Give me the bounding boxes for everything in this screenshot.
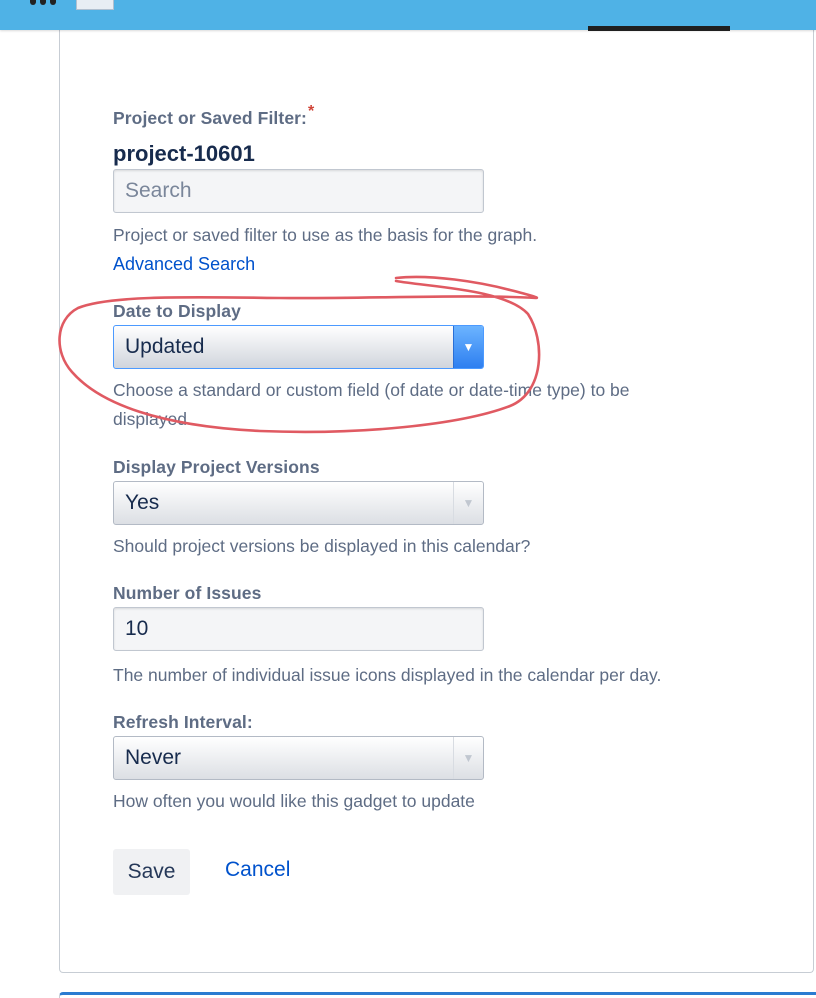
save-button[interactable]: Save: [113, 849, 190, 895]
number-of-issues-input[interactable]: 10: [113, 607, 484, 651]
date-to-display-value: Updated: [125, 335, 205, 358]
date-to-display-select[interactable]: Updated ▼: [113, 325, 484, 369]
number-of-issues-label: Number of Issues: [113, 583, 262, 603]
display-project-versions-help: Should project versions be displayed in …: [113, 536, 531, 556]
project-search-input[interactable]: Search: [113, 169, 484, 213]
chevron-down-icon[interactable]: ▼: [453, 737, 483, 779]
app-header-bar: [0, 0, 816, 31]
project-filter-help: Project or saved filter to use as the ba…: [113, 225, 538, 245]
display-project-versions-value: Yes: [125, 491, 160, 514]
selected-project: project-10601: [113, 141, 255, 166]
refresh-interval-select[interactable]: Never ▼: [113, 736, 484, 780]
cancel-link[interactable]: Cancel: [225, 858, 290, 882]
app-switcher-icon[interactable]: [30, 0, 58, 6]
advanced-search-link[interactable]: Advanced Search: [113, 254, 255, 275]
next-card-edge: [59, 992, 816, 998]
app-logo[interactable]: [76, 0, 114, 10]
required-marker: *: [308, 103, 315, 120]
refresh-interval-value: Never: [125, 746, 182, 769]
chevron-down-icon[interactable]: ▼: [453, 326, 483, 368]
display-project-versions-select[interactable]: Yes ▼: [113, 481, 484, 525]
number-of-issues-help: The number of individual issue icons dis…: [113, 665, 662, 685]
header-active-tab-indicator: [588, 26, 730, 31]
display-project-versions-label: Display Project Versions: [113, 457, 320, 477]
chevron-down-icon[interactable]: ▼: [453, 482, 483, 524]
date-to-display-help: Choose a standard or custom field (of da…: [113, 380, 630, 429]
refresh-interval-help: How often you would like this gadget to …: [113, 791, 475, 811]
project-filter-label: Project or Saved Filter:*: [113, 103, 315, 128]
refresh-interval-label: Refresh Interval:: [113, 712, 253, 732]
date-to-display-label: Date to Display: [113, 301, 241, 321]
